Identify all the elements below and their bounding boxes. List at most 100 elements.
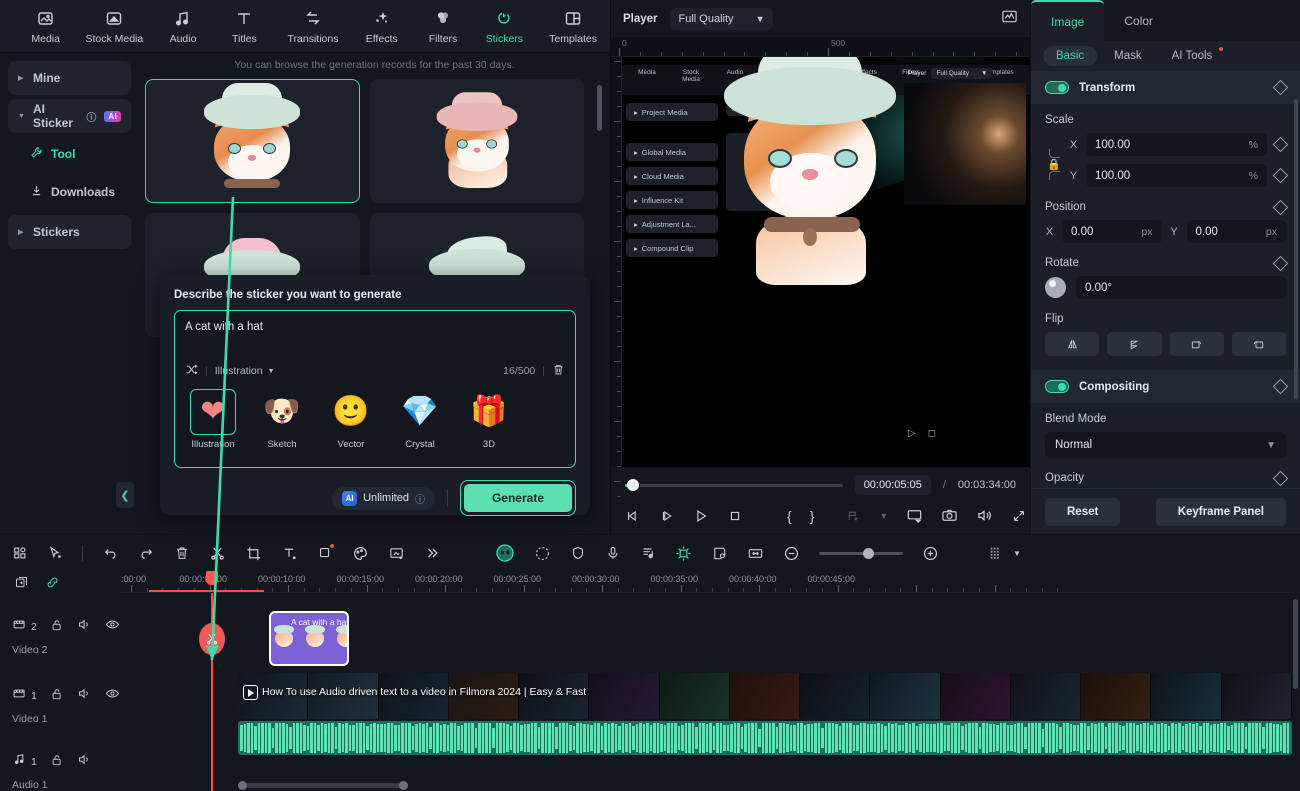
split-icon[interactable] <box>209 545 226 562</box>
select-tool-icon[interactable] <box>47 545 63 561</box>
zoom-out-icon[interactable] <box>783 545 800 562</box>
tab-stock-media[interactable]: Stock Media <box>77 7 151 45</box>
redo-icon[interactable] <box>138 545 155 562</box>
next-frame-button[interactable] <box>659 508 675 524</box>
fit-timeline-icon[interactable] <box>747 545 764 562</box>
add-marker-button[interactable] <box>846 508 861 523</box>
style-option-illustration[interactable]: ❤ Illustration <box>187 389 239 450</box>
sticker-clip[interactable]: A cat with a hat <box>269 611 349 666</box>
audio-ducking-icon[interactable] <box>640 545 656 561</box>
tab-filters[interactable]: Filters <box>413 7 472 45</box>
sidebar-item-ai-sticker[interactable]: ▼ AI Sticker ⓘ AI <box>8 99 131 133</box>
delete-icon[interactable] <box>174 545 190 561</box>
transform-toggle[interactable] <box>1045 81 1069 94</box>
dropdown-icon[interactable]: ▼ <box>1013 549 1021 558</box>
quality-dropdown[interactable]: Full Quality ▼ <box>669 7 774 30</box>
zoom-slider-handle[interactable] <box>862 547 874 559</box>
grid-view-icon[interactable] <box>12 545 28 561</box>
chevron-down-icon[interactable]: ▼ <box>268 368 275 375</box>
green-screen-icon[interactable] <box>388 545 405 562</box>
style-dropdown-label[interactable]: Illustration <box>215 365 263 377</box>
render-preview-icon[interactable] <box>988 545 1004 561</box>
subtab-basic[interactable]: Basic <box>1043 46 1098 66</box>
unlock-icon[interactable] <box>50 753 64 772</box>
tab-effects[interactable]: Effects <box>352 7 411 45</box>
marker-dropdown[interactable]: ▼ <box>879 511 888 521</box>
fullscreen-button[interactable] <box>1011 508 1027 524</box>
mark-in-button[interactable]: { <box>787 508 792 524</box>
generate-button[interactable]: Generate <box>463 484 572 512</box>
style-option-vector[interactable]: 🙂 Vector <box>325 389 377 451</box>
mute-icon[interactable] <box>77 617 92 637</box>
crop-icon[interactable] <box>245 545 262 562</box>
sticker-result-1[interactable] <box>369 79 584 203</box>
auto-reframe-icon[interactable] <box>711 545 728 562</box>
tab-color[interactable]: Color <box>1104 0 1173 41</box>
stop-button[interactable] <box>727 508 743 524</box>
timeline-ruler[interactable]: :00:00 00:00:05:00 00:00:10:00 00:00:15:00 0… <box>119 571 1300 593</box>
tab-transitions[interactable]: Transitions <box>276 7 350 45</box>
prev-frame-button[interactable] <box>625 508 641 524</box>
trash-icon[interactable] <box>552 363 565 379</box>
timeline-vscrollbar[interactable] <box>1293 599 1298 689</box>
scale-x-input[interactable]: 100.00% <box>1086 133 1267 156</box>
ai-assistant-icon[interactable] <box>495 543 515 563</box>
help-icon[interactable]: ⓘ <box>86 109 96 124</box>
mark-out-button[interactable]: } <box>810 508 815 524</box>
blend-mode-select[interactable]: Normal ▼ <box>1045 432 1286 458</box>
play-button[interactable] <box>693 508 709 524</box>
snapshot-button[interactable] <box>941 507 958 524</box>
more-icon[interactable] <box>424 545 440 561</box>
style-option-3d[interactable]: 🎁 3D <box>463 389 515 451</box>
credits-badge[interactable]: AI Unlimited ⓘ <box>332 486 435 510</box>
seek-handle[interactable] <box>627 479 640 491</box>
tab-audio[interactable]: Audio <box>153 7 212 45</box>
scale-y-input[interactable]: 100.00% <box>1086 164 1267 187</box>
tab-stickers[interactable]: Stickers <box>475 7 534 45</box>
current-timecode[interactable]: 00:00:05:05 <box>854 475 931 495</box>
waveform-icon[interactable] <box>1001 8 1018 30</box>
keyframe-diamond-icon[interactable] <box>1272 79 1289 96</box>
subtab-mask[interactable]: Mask <box>1101 46 1154 66</box>
undo-icon[interactable] <box>102 545 119 562</box>
tab-titles[interactable]: Titles <box>215 7 274 45</box>
rotate-input[interactable]: 0.00° <box>1076 276 1286 299</box>
subtab-ai-tools[interactable]: AI Tools <box>1159 46 1226 66</box>
color-palette-icon[interactable] <box>352 545 369 562</box>
unlock-icon[interactable] <box>50 618 64 637</box>
keyframe-diamond-icon[interactable] <box>1272 255 1289 271</box>
flip-vertical-icon[interactable] <box>1107 332 1162 356</box>
tab-media[interactable]: Media <box>16 7 75 45</box>
screen-display-button[interactable] <box>906 507 923 524</box>
sticker-overlay[interactable] <box>716 57 904 285</box>
prompt-input[interactable]: A cat with a hat <box>185 321 565 333</box>
sidebar-item-mine[interactable]: ▶ Mine <box>8 61 131 95</box>
position-x-input[interactable]: 0.00 px <box>1062 220 1162 243</box>
sticker-grid-scrollbar[interactable] <box>597 85 602 505</box>
volume-button[interactable] <box>976 507 993 524</box>
properties-scrollbar[interactable] <box>1294 99 1298 399</box>
sidebar-item-tool[interactable]: Tool <box>8 137 131 171</box>
reset-button[interactable]: Reset <box>1045 497 1121 526</box>
motion-tracking-icon[interactable] <box>534 545 551 562</box>
sidebar-item-downloads[interactable]: Downloads <box>8 175 131 209</box>
seek-slider[interactable] <box>625 479 843 491</box>
visibility-icon[interactable] <box>105 617 120 637</box>
tab-image[interactable]: Image <box>1031 0 1105 41</box>
shuffle-icon[interactable] <box>185 363 198 379</box>
mute-icon[interactable] <box>77 752 92 772</box>
mute-icon[interactable] <box>77 686 92 706</box>
keyframe-diamond-icon[interactable] <box>1272 199 1289 215</box>
rotate-right-icon[interactable] <box>1169 332 1224 356</box>
style-option-crystal[interactable]: 💎 Crystal <box>394 389 446 451</box>
audio-clip[interactable] <box>238 721 1292 755</box>
tab-templates[interactable]: Templates <box>536 7 610 45</box>
keyframe-diamond-icon[interactable] <box>1272 136 1289 153</box>
rotate-left-icon[interactable] <box>1231 332 1286 356</box>
keyframe-diamond-icon[interactable] <box>1272 470 1289 486</box>
flip-horizontal-icon[interactable] <box>1045 332 1100 356</box>
rotate-dial[interactable] <box>1045 277 1066 298</box>
compositing-toggle[interactable] <box>1045 380 1069 393</box>
keyframe-panel-button[interactable]: Keyframe Panel <box>1155 497 1286 526</box>
voiceover-icon[interactable] <box>605 545 621 561</box>
